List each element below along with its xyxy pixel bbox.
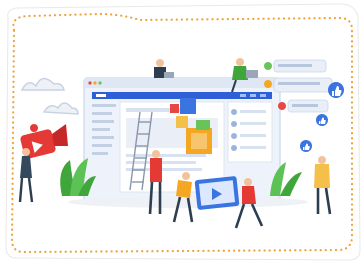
green-block (196, 120, 210, 130)
red-block (170, 104, 179, 113)
social-media-illustration (5, 3, 361, 261)
blue-block (180, 98, 196, 114)
illustration-card (0, 0, 364, 264)
video-player-card (194, 176, 240, 210)
yellow-block (176, 116, 188, 128)
